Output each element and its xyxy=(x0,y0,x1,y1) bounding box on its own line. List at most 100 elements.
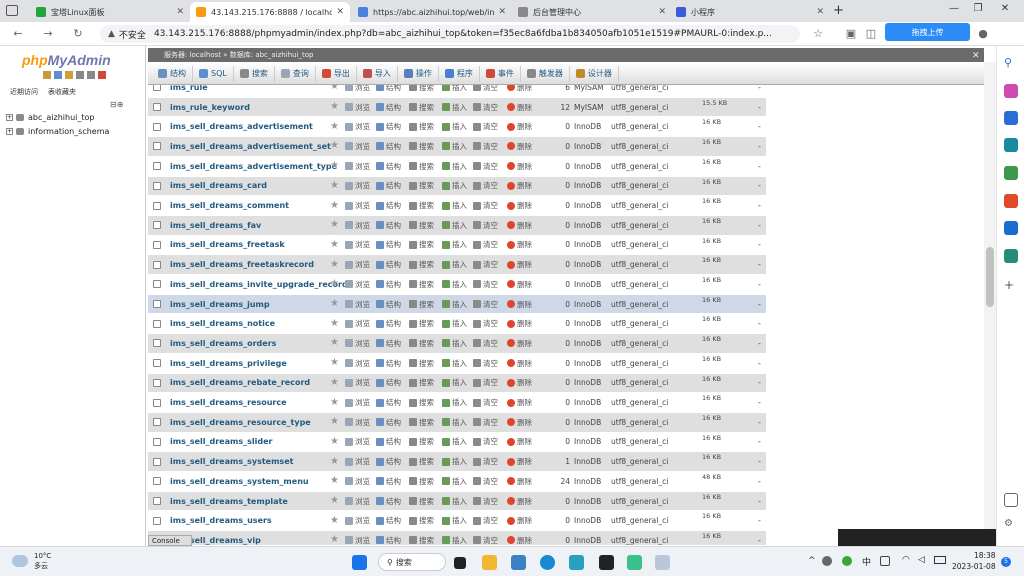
table-name-link[interactable]: ims_sell_dreams_freetask xyxy=(170,240,285,249)
logout-icon[interactable] xyxy=(54,71,62,79)
row-action-link[interactable]: 删除 xyxy=(507,161,532,172)
table-row[interactable]: ims_sell_dreams_resource ★ 浏览 结构 搜索 插入 清空 删除 0 In… xyxy=(148,393,766,413)
row-action-link[interactable]: 浏览 xyxy=(345,220,370,231)
row-action-link[interactable]: 搜索 xyxy=(409,436,434,447)
row-action-link[interactable]: 结构 xyxy=(376,220,401,231)
minimize-icon[interactable]: — xyxy=(944,3,964,14)
pma-tab[interactable]: 触发器 xyxy=(521,65,570,82)
row-action-link[interactable]: 搜索 xyxy=(409,121,434,132)
pma-tab[interactable]: 查询 xyxy=(275,65,316,82)
row-action-link[interactable]: 插入 xyxy=(442,515,467,526)
row-action-link[interactable]: 插入 xyxy=(442,318,467,329)
row-action-link[interactable]: 结构 xyxy=(376,397,401,408)
row-action-link[interactable]: 插入 xyxy=(442,180,467,191)
split-icon[interactable]: ◫ xyxy=(863,26,879,42)
pma-tab[interactable]: 操作 xyxy=(398,65,439,82)
row-action-link[interactable]: 插入 xyxy=(442,456,467,467)
row-checkbox[interactable] xyxy=(153,319,161,328)
table-row[interactable]: ims_sell_dreams_notice ★ 浏览 结构 搜索 插入 清空 删除 0 Inno… xyxy=(148,314,766,335)
forward-icon[interactable]: → xyxy=(40,26,56,42)
row-action-link[interactable]: 清空 xyxy=(473,377,498,388)
tray-icon-2[interactable] xyxy=(842,556,852,566)
row-action-link[interactable]: 结构 xyxy=(376,436,401,447)
table-name-link[interactable]: ims_sell_dreams_privilege xyxy=(170,359,287,368)
pma-tab[interactable]: 搜索 xyxy=(234,65,275,82)
row-action-link[interactable]: 插入 xyxy=(442,535,467,545)
row-action-link[interactable]: 浏览 xyxy=(345,299,370,310)
tab-close-icon[interactable]: ✕ xyxy=(498,7,506,17)
browser-tab[interactable]: 宝塔Linux面板 ✕ xyxy=(30,2,190,22)
scrollbar[interactable] xyxy=(984,62,996,545)
row-action-link[interactable]: 删除 xyxy=(507,200,532,211)
row-action-link[interactable]: 搜索 xyxy=(409,535,434,545)
row-action-link[interactable]: 插入 xyxy=(442,358,467,369)
row-action-link[interactable]: 搜索 xyxy=(409,279,434,290)
row-action-link[interactable]: 搜索 xyxy=(409,299,434,310)
reload-icon[interactable]: ↻ xyxy=(70,26,86,42)
row-action-link[interactable]: 搜索 xyxy=(409,161,434,172)
browser-tab[interactable]: 小程序 ✕ xyxy=(670,2,830,22)
row-checkbox[interactable] xyxy=(153,398,161,407)
collapse-icon[interactable]: ⊟⊕ xyxy=(110,100,123,109)
battery-icon[interactable] xyxy=(934,556,946,564)
settings-gear-icon[interactable]: ⚙ xyxy=(1004,518,1018,532)
row-checkbox[interactable] xyxy=(153,201,161,210)
row-action-link[interactable]: 搜索 xyxy=(409,456,434,467)
table-name-link[interactable]: ims_sell_dreams_notice xyxy=(170,319,275,328)
table-row[interactable]: ims_sell_dreams_card ★ 浏览 结构 搜索 插入 清空 删除 0 InnoDB… xyxy=(148,176,766,197)
row-action-link[interactable]: 浏览 xyxy=(345,85,370,93)
row-action-link[interactable]: 结构 xyxy=(376,515,401,526)
collections-icon[interactable]: ▣ xyxy=(843,26,859,42)
explorer-icon[interactable] xyxy=(482,555,497,570)
weather-widget[interactable]: 10°C 多云 xyxy=(12,551,51,571)
table-name-link[interactable]: ims_sell_dreams_invite_upgrade_record xyxy=(170,280,348,289)
row-action-link[interactable]: 清空 xyxy=(473,239,498,250)
wechat-devtools-icon[interactable] xyxy=(627,555,642,570)
row-action-link[interactable]: 清空 xyxy=(473,358,498,369)
row-checkbox[interactable] xyxy=(153,300,161,309)
table-row[interactable]: ims_sell_dreams_orders ★ 浏览 结构 搜索 插入 清空 删除 0 Inno… xyxy=(148,334,766,354)
table-row[interactable]: ims_sell_dreams_advertisement_set ★ 浏览 结构 搜索… xyxy=(148,137,766,157)
browser-tab[interactable]: https://abc.aizhihui.top/web/ind ✕ xyxy=(352,2,512,22)
favorite-star-icon[interactable]: ★ xyxy=(330,200,339,211)
row-action-link[interactable]: 插入 xyxy=(442,436,467,447)
row-action-link[interactable]: 清空 xyxy=(473,85,498,93)
volume-icon[interactable]: ◁ xyxy=(918,555,925,565)
row-action-link[interactable]: 搜索 xyxy=(409,476,434,487)
favorite-star-icon[interactable]: ★ xyxy=(330,141,339,151)
favorite-star-icon[interactable]: ★ xyxy=(330,417,339,427)
table-row[interactable]: ims_sell_dreams_systemset ★ 浏览 结构 搜索 插入 清空 删除 1 I… xyxy=(148,452,766,472)
row-action-link[interactable]: 浏览 xyxy=(345,259,370,270)
row-action-link[interactable]: 浏览 xyxy=(345,417,370,428)
table-row[interactable]: ims_sell_dreams_freetaskrecord ★ 浏览 结构 搜索 插入 清… xyxy=(148,255,766,275)
favorite-star-icon[interactable]: ★ xyxy=(330,279,339,289)
pma-tab[interactable]: 事件 xyxy=(480,65,521,82)
row-action-link[interactable]: 结构 xyxy=(376,121,401,132)
settings-icon[interactable] xyxy=(87,71,95,79)
row-action-link[interactable]: 清空 xyxy=(473,318,498,329)
favorite-star-icon[interactable]: ★ xyxy=(330,85,339,92)
row-action-link[interactable]: 浏览 xyxy=(345,338,370,349)
pma-tab[interactable]: 导入 xyxy=(357,65,398,82)
start-icon[interactable] xyxy=(352,555,367,570)
favorite-star-icon[interactable]: ★ xyxy=(330,476,339,486)
row-action-link[interactable]: 插入 xyxy=(442,121,467,132)
query-icon[interactable] xyxy=(65,71,73,79)
app-icon[interactable] xyxy=(569,555,584,570)
db-name[interactable]: information_schema xyxy=(28,127,109,136)
notification-icon[interactable]: 5 xyxy=(1001,557,1011,567)
row-action-link[interactable]: 浏览 xyxy=(345,476,370,487)
row-checkbox[interactable] xyxy=(153,339,161,348)
back-icon[interactable]: ← xyxy=(10,26,26,42)
tree-icon[interactable] xyxy=(1004,249,1018,263)
row-action-link[interactable]: 删除 xyxy=(507,436,532,447)
breadcrumb-text[interactable]: 服务器: localhost » 数据库: abc_aizhihui_top xyxy=(164,50,313,60)
row-action-link[interactable]: 插入 xyxy=(442,299,467,310)
row-checkbox[interactable] xyxy=(153,359,161,368)
profile-icon[interactable]: ● xyxy=(975,26,991,42)
row-checkbox[interactable] xyxy=(153,457,161,466)
keyboard-icon[interactable] xyxy=(880,556,890,566)
row-action-link[interactable]: 插入 xyxy=(442,377,467,388)
row-action-link[interactable]: 插入 xyxy=(442,85,467,93)
table-name-link[interactable]: ims_sell_dreams_advertisement xyxy=(170,122,313,131)
